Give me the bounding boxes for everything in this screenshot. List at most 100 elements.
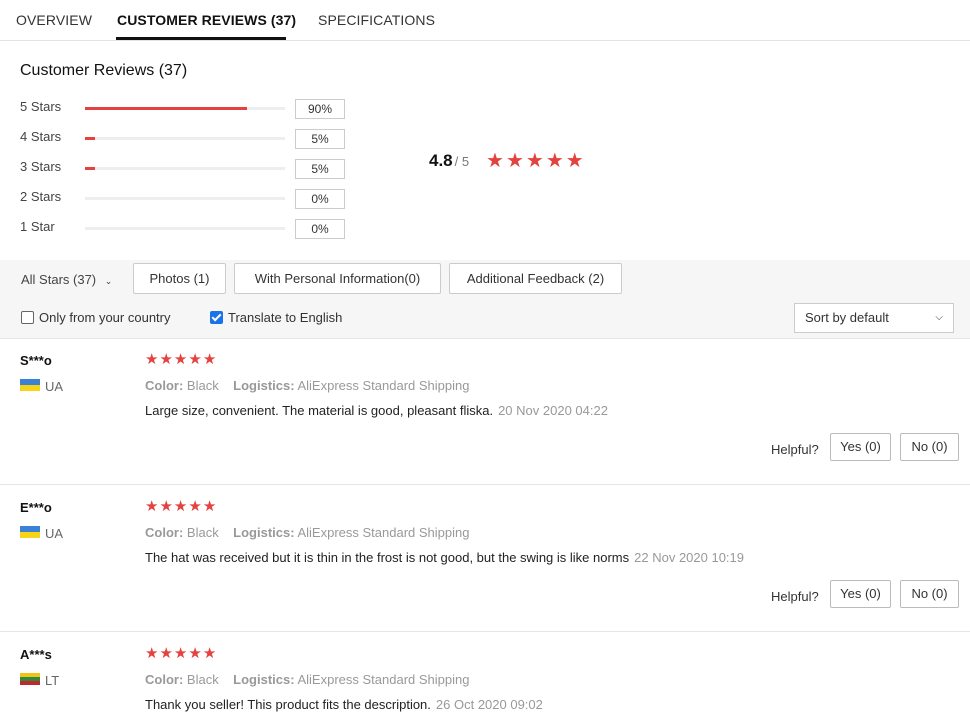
star-icon: ★ xyxy=(173,498,188,515)
star-icon: ★ xyxy=(505,150,524,172)
reviewer-country: UA xyxy=(45,379,64,394)
rating-bar-fill xyxy=(85,137,95,140)
only-country-label: Only from your country xyxy=(39,310,171,325)
filter-personal-info-button[interactable]: With Personal Information(0) xyxy=(234,263,441,294)
rating-row-1[interactable]: 1 Star 0% xyxy=(20,219,350,239)
color-label: Color: xyxy=(145,525,184,540)
lt-flag-icon xyxy=(20,673,40,685)
translate-checkbox[interactable] xyxy=(210,311,223,324)
helpful-label: Helpful? xyxy=(771,589,819,604)
review-meta: Color: Black Logistics: AliExpress Stand… xyxy=(145,672,469,687)
rating-bar xyxy=(85,137,285,140)
logistics-value: AliExpress Standard Shipping xyxy=(297,378,470,393)
logistics-value: AliExpress Standard Shipping xyxy=(297,672,470,687)
review-date: 22 Nov 2020 10:19 xyxy=(634,550,745,565)
tab-customer-reviews[interactable]: CUSTOMER REVIEWS (37) xyxy=(117,12,296,28)
review-stars: ★ ★ ★ ★ ★ xyxy=(145,498,216,516)
only-country-checkbox-row[interactable]: Only from your country xyxy=(21,310,171,325)
rating-label: 1 Star xyxy=(20,219,55,234)
star-icon: ★ xyxy=(202,351,217,368)
color-value: Black xyxy=(186,672,219,687)
rating-percent: 5% xyxy=(295,129,345,149)
chevron-down-icon: ⌵ xyxy=(935,312,943,323)
star-icon: ★ xyxy=(159,645,173,662)
reviewer-name: E***o xyxy=(20,500,52,515)
color-label: Color: xyxy=(145,672,184,687)
color-value: Black xyxy=(186,378,219,393)
helpful-no-button[interactable]: No (0) xyxy=(900,433,959,461)
star-icon: ★ xyxy=(159,498,173,515)
rating-row-2[interactable]: 2 Stars 0% xyxy=(20,189,350,209)
rating-bar-fill xyxy=(85,167,95,170)
filter-photos-button[interactable]: Photos (1) xyxy=(133,263,226,294)
logistics-value: AliExpress Standard Shipping xyxy=(297,525,470,540)
rating-bar-fill xyxy=(85,107,247,110)
rating-bar xyxy=(85,167,285,170)
tab-bar: OVERVIEW CUSTOMER REVIEWS (37) SPECIFICA… xyxy=(0,0,970,41)
review-meta: Color: Black Logistics: AliExpress Stand… xyxy=(145,378,469,393)
rating-label: 5 Stars xyxy=(20,99,62,114)
review-text-row: Thank you seller! This product fits the … xyxy=(145,697,543,712)
sort-select[interactable]: Sort by default ⌵ xyxy=(794,303,954,333)
rating-label: 4 Stars xyxy=(20,129,62,144)
helpful-yes-button[interactable]: Yes (0) xyxy=(830,433,891,461)
rating-percent: 5% xyxy=(295,159,345,179)
translate-label: Translate to English xyxy=(228,310,343,325)
color-value: Black xyxy=(186,525,219,540)
review-divider xyxy=(0,484,970,485)
review-divider xyxy=(0,631,970,632)
star-icon: ★ xyxy=(145,645,159,662)
review-text-row: The hat was received but it is thin in t… xyxy=(145,550,744,565)
review-stars: ★ ★ ★ ★ ★ xyxy=(145,645,216,663)
helpful-yes-button[interactable]: Yes (0) xyxy=(830,580,891,608)
helpful-no-button[interactable]: No (0) xyxy=(900,580,959,608)
review-filter-bar: All Stars (37) ⌄ Photos (1) With Persona… xyxy=(0,260,970,339)
star-icon: ★ xyxy=(145,351,159,368)
average-rating-value: 4.8 xyxy=(429,151,453,170)
translate-checkbox-row[interactable]: Translate to English xyxy=(210,310,342,325)
ua-flag-icon xyxy=(20,379,40,391)
logistics-label: Logistics: xyxy=(233,378,295,393)
logistics-label: Logistics: xyxy=(233,672,295,687)
star-icon: ★ xyxy=(173,351,188,368)
active-tab-indicator xyxy=(116,37,286,40)
rating-row-4[interactable]: 4 Stars 5% xyxy=(20,129,350,149)
all-stars-dropdown[interactable]: All Stars (37) ⌄ xyxy=(21,272,112,287)
rating-bar xyxy=(85,197,285,200)
review-date: 20 Nov 2020 04:22 xyxy=(498,403,608,418)
rating-row-3[interactable]: 3 Stars 5% xyxy=(20,159,350,179)
filter-additional-feedback-button[interactable]: Additional Feedback (2) xyxy=(449,263,622,294)
only-country-checkbox[interactable] xyxy=(21,311,34,324)
rating-row-5[interactable]: 5 Stars 90% xyxy=(20,99,350,119)
tab-specifications[interactable]: SPECIFICATIONS xyxy=(318,12,435,28)
star-icon: ★ xyxy=(525,150,544,172)
star-icon: ★ xyxy=(202,645,217,662)
star-icon: ★ xyxy=(486,150,504,172)
reviewer-name: A***s xyxy=(20,647,52,662)
review-text: Thank you seller! This product fits the … xyxy=(145,697,431,712)
review-meta: Color: Black Logistics: AliExpress Stand… xyxy=(145,525,469,540)
chevron-down-icon: ⌄ xyxy=(104,276,113,286)
reviewer-country: UA xyxy=(45,526,64,541)
review-text: The hat was received but it is thin in t… xyxy=(145,550,630,565)
rating-bar xyxy=(85,227,285,230)
star-icon: ★ xyxy=(188,351,202,368)
star-icon: ★ xyxy=(188,645,202,662)
average-rating: 4.8/ 5 xyxy=(429,151,469,171)
rating-label: 2 Stars xyxy=(20,189,62,204)
logistics-label: Logistics: xyxy=(233,525,295,540)
rating-label: 3 Stars xyxy=(20,159,62,174)
star-icon: ★ xyxy=(188,498,202,515)
average-stars: ★ ★ ★ ★ ★ xyxy=(486,150,584,172)
star-icon: ★ xyxy=(145,498,159,515)
reviewer-country: LT xyxy=(45,673,60,688)
star-icon: ★ xyxy=(202,498,217,515)
rating-bar xyxy=(85,107,285,110)
tab-overview[interactable]: OVERVIEW xyxy=(16,12,92,28)
rating-percent: 0% xyxy=(295,219,345,239)
reviewer-name: S***o xyxy=(20,353,52,368)
review-text-row: Large size, convenient. The material is … xyxy=(145,403,608,418)
review-text: Large size, convenient. The material is … xyxy=(145,403,494,418)
star-icon: ★ xyxy=(565,150,584,172)
star-icon: ★ xyxy=(173,645,188,662)
